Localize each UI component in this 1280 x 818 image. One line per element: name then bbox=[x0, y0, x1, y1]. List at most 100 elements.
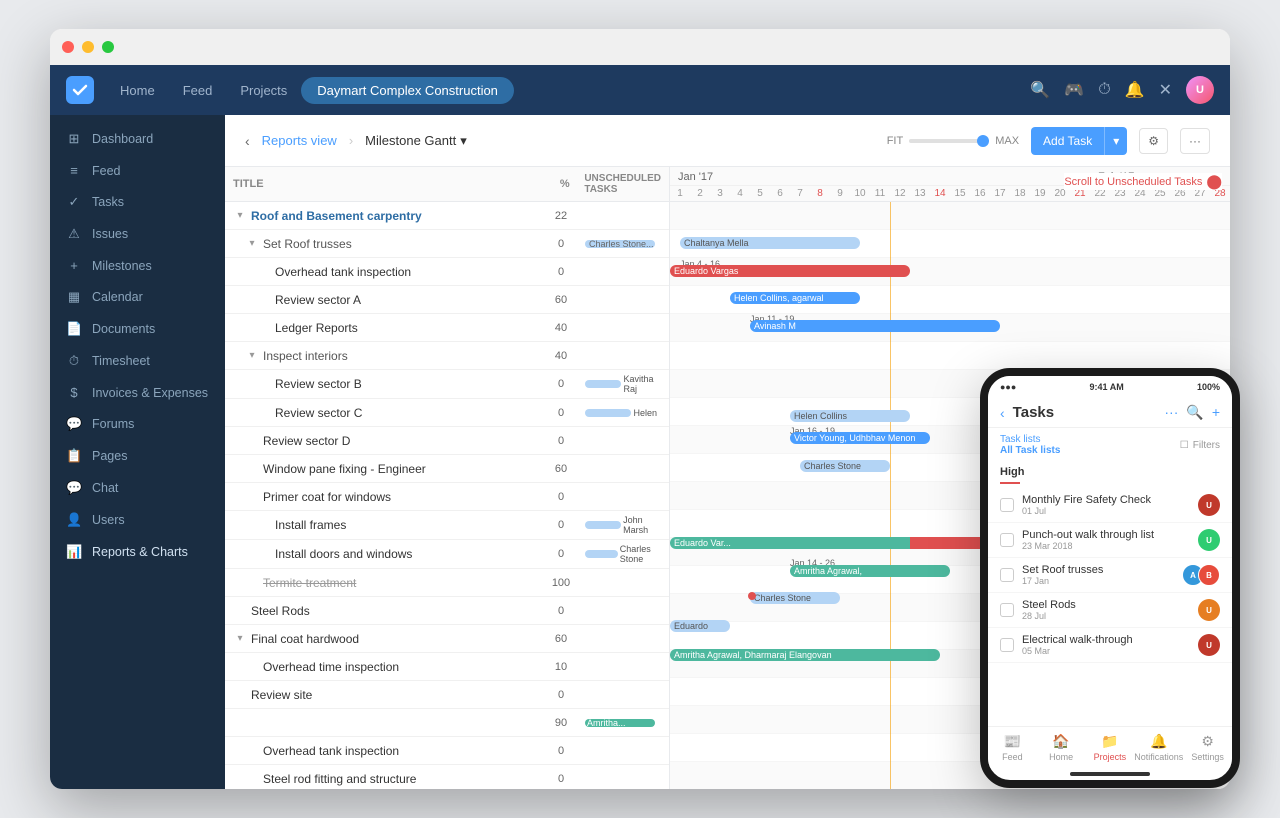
mobile-nav-notifications[interactable]: 🔔 Notifications bbox=[1134, 733, 1183, 762]
close-button[interactable] bbox=[62, 41, 74, 53]
nav-projects[interactable]: Projects bbox=[226, 77, 301, 104]
task-row[interactable]: ▾ Steel Rods 0 bbox=[225, 597, 669, 625]
sidebar-item-reports[interactable]: 📊 Reports & Charts bbox=[50, 536, 225, 568]
mobile-task-item[interactable]: Monthly Fire Safety Check 01 Jul U bbox=[988, 488, 1232, 523]
zoom-slider[interactable] bbox=[909, 139, 989, 143]
mobile-search-icon[interactable]: 🔍 bbox=[1186, 404, 1203, 421]
task-row[interactable]: ▾ Window pane fixing - Engineer 60 bbox=[225, 455, 669, 483]
task-row[interactable]: ▾ Roof and Basement carpentry 22 bbox=[225, 202, 669, 230]
filter-button[interactable]: ⚙ bbox=[1139, 128, 1168, 154]
sidebar-item-invoices[interactable]: $ Invoices & Expenses bbox=[50, 377, 225, 408]
sidebar-item-milestones[interactable]: + Milestones bbox=[50, 250, 225, 281]
task-checkbox[interactable] bbox=[1000, 603, 1014, 617]
mobile-task-item[interactable]: Steel Rods 28 Jul U bbox=[988, 593, 1232, 628]
task-row[interactable]: ▾ Review sector B 0 Kavitha Raj bbox=[225, 370, 669, 399]
task-pct: 40 bbox=[541, 350, 581, 362]
mobile-more-icon[interactable]: ··· bbox=[1164, 404, 1178, 421]
close-icon[interactable]: ✕ bbox=[1159, 80, 1172, 100]
dropdown-arrow-icon[interactable]: ▾ bbox=[1105, 128, 1127, 154]
timer-icon[interactable]: ⏱ bbox=[1098, 81, 1110, 99]
task-row[interactable]: ▾ 90 Amritha... bbox=[225, 709, 669, 737]
search-icon[interactable]: 🔍 bbox=[1030, 80, 1050, 100]
task-title: Review sector D bbox=[263, 434, 541, 448]
task-row[interactable]: ▾ Final coat hardwood 60 bbox=[225, 625, 669, 653]
day-13: 13 bbox=[910, 188, 930, 199]
mobile-nav-feed[interactable]: 📰 Feed bbox=[988, 733, 1037, 762]
sidebar-item-users[interactable]: 👤 Users bbox=[50, 504, 225, 536]
sidebar-item-tasks[interactable]: ✓ Tasks bbox=[50, 186, 225, 218]
task-row[interactable]: ▾ Steel rod fitting and structure 0 bbox=[225, 765, 669, 789]
task-row[interactable]: ▾ Overhead tank inspection 0 bbox=[225, 737, 669, 765]
expand-icon[interactable]: ▾ bbox=[233, 209, 247, 223]
view-selector[interactable]: Milestone Gantt ▾ bbox=[365, 133, 467, 149]
task-title: Overhead tank inspection bbox=[275, 265, 541, 279]
bell-icon[interactable]: 🔔 bbox=[1125, 80, 1145, 100]
expand-icon[interactable]: ▾ bbox=[245, 349, 259, 363]
task-checkbox[interactable] bbox=[1000, 533, 1014, 547]
unscheduled-area: Kavitha Raj bbox=[581, 374, 661, 394]
sidebar-item-timesheet[interactable]: ⏱ Timesheet bbox=[50, 345, 225, 377]
sidebar-item-pages[interactable]: 📋 Pages bbox=[50, 440, 225, 472]
task-row[interactable]: ▾ Review site 0 bbox=[225, 681, 669, 709]
unscheduled-area: Charles Stone bbox=[581, 544, 661, 564]
expand-icon[interactable]: ▾ bbox=[245, 237, 259, 251]
task-row[interactable]: ▾ Review sector A 60 bbox=[225, 286, 669, 314]
gamepad-icon[interactable]: 🎮 bbox=[1064, 80, 1084, 100]
task-row[interactable]: ▾ Inspect interiors 40 bbox=[225, 342, 669, 370]
filter-checkbox-icon: ☐ bbox=[1180, 440, 1189, 451]
sidebar-item-documents[interactable]: 📄 Documents bbox=[50, 313, 225, 345]
avatar[interactable]: U bbox=[1186, 76, 1214, 104]
nav-project-current[interactable]: Daymart Complex Construction bbox=[301, 77, 514, 104]
breadcrumb-link[interactable]: Reports view bbox=[262, 133, 337, 148]
task-checkbox[interactable] bbox=[1000, 638, 1014, 652]
mobile-task-item[interactable]: Punch-out walk through list 23 Mar 2018 … bbox=[988, 523, 1232, 558]
reports-icon: 📊 bbox=[66, 544, 82, 560]
maximize-button[interactable] bbox=[102, 41, 114, 53]
timesheet-icon: ⏱ bbox=[66, 353, 82, 369]
logo[interactable] bbox=[66, 76, 94, 104]
day-1: 1 bbox=[670, 188, 690, 199]
mobile-nav-home[interactable]: 🏠 Home bbox=[1037, 733, 1086, 762]
sidebar-item-forums[interactable]: 💬 Forums bbox=[50, 408, 225, 440]
task-row[interactable]: ▾ Primer coat for windows 0 bbox=[225, 483, 669, 511]
more-button[interactable]: ··· bbox=[1180, 128, 1210, 154]
back-button[interactable]: ‹ bbox=[245, 133, 250, 149]
task-title: Final coat hardwood bbox=[251, 632, 541, 646]
mobile-nav-settings[interactable]: ⚙ Settings bbox=[1183, 733, 1232, 762]
fit-label: FIT bbox=[887, 135, 904, 147]
all-task-lists[interactable]: All Task lists bbox=[1000, 445, 1060, 456]
mobile-back-button[interactable]: ‹ bbox=[1000, 405, 1005, 421]
task-row[interactable]: ▾ Install frames 0 John Marsh bbox=[225, 511, 669, 540]
task-row[interactable]: ▾ Set Roof trusses 0 Charles Stone... bbox=[225, 230, 669, 258]
filters-button[interactable]: ☐ Filters bbox=[1180, 440, 1220, 451]
settings-nav-icon: ⚙ bbox=[1201, 733, 1214, 750]
sidebar-item-chat[interactable]: 💬 Chat bbox=[50, 472, 225, 504]
sidebar-item-feed[interactable]: ≡ Feed bbox=[50, 155, 225, 186]
task-pct: 0 bbox=[541, 435, 581, 447]
task-row[interactable]: ▾ Overhead tank inspection 0 bbox=[225, 258, 669, 286]
task-checkbox[interactable] bbox=[1000, 498, 1014, 512]
sidebar-item-issues[interactable]: ⚠ Issues bbox=[50, 218, 225, 250]
task-row[interactable]: ▾ Review sector C 0 Helen bbox=[225, 399, 669, 427]
task-row[interactable]: ▾ Ledger Reports 40 bbox=[225, 314, 669, 342]
task-row[interactable]: ▾ Review sector D 0 bbox=[225, 427, 669, 455]
minimize-button[interactable] bbox=[82, 41, 94, 53]
mobile-add-icon[interactable]: + bbox=[1212, 404, 1220, 421]
mobile-task-item[interactable]: Set Roof trusses 17 Jan A B bbox=[988, 558, 1232, 593]
task-checkbox[interactable] bbox=[1000, 568, 1014, 582]
task-row[interactable]: ▾ Install doors and windows 0 Charles St… bbox=[225, 540, 669, 569]
task-lists-link[interactable]: Task lists bbox=[1000, 434, 1041, 445]
expand-icon[interactable]: ▾ bbox=[233, 632, 247, 646]
sidebar-item-dashboard[interactable]: ⊞ Dashboard bbox=[50, 123, 225, 155]
scroll-to-unscheduled[interactable]: Scroll to Unscheduled Tasks ⬤ bbox=[1064, 173, 1222, 190]
projects-nav-label: Projects bbox=[1094, 752, 1127, 762]
task-row[interactable]: ▾ Overhead time inspection 10 bbox=[225, 653, 669, 681]
nav-feed[interactable]: Feed bbox=[169, 77, 227, 104]
task-pct: 0 bbox=[541, 548, 581, 560]
mobile-nav-projects[interactable]: 📁 Projects bbox=[1086, 733, 1135, 762]
nav-home[interactable]: Home bbox=[106, 77, 169, 104]
sidebar-item-calendar[interactable]: ▦ Calendar bbox=[50, 281, 225, 313]
mobile-task-item[interactable]: Electrical walk-through 05 Mar U bbox=[988, 628, 1232, 663]
add-task-button[interactable]: Add Task ▾ bbox=[1031, 127, 1127, 155]
task-row[interactable]: ▾ Termite treatment 100 bbox=[225, 569, 669, 597]
